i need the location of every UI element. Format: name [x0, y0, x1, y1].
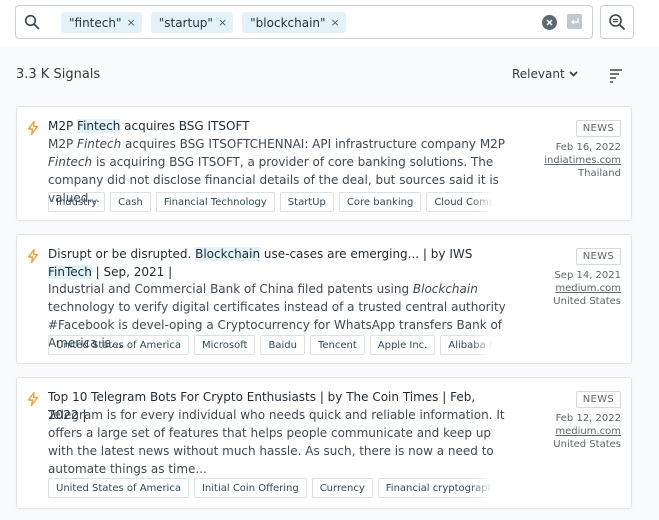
signal-card[interactable]: Disrupt or be disrupted. Blockchain use-… — [16, 234, 632, 364]
tag-list: Industry Cash Financial Technology Start… — [48, 192, 493, 212]
tag[interactable]: United States of America — [48, 335, 189, 355]
tag[interactable]: Cash — [110, 192, 151, 212]
type-badge: NEWS — [575, 248, 621, 265]
card-title[interactable]: M2P Fintech acquires BSG ITSOFT — [48, 117, 508, 135]
search-icon — [24, 14, 40, 30]
saved-search-button[interactable] — [600, 5, 634, 39]
search-button[interactable] — [15, 5, 49, 39]
search-chips: "fintech" × "startup" × "blockchain" × — [61, 12, 346, 33]
signal-card[interactable]: Top 10 Telegram Bots For Crypto Enthusia… — [16, 377, 632, 509]
tag[interactable]: StartUp — [279, 192, 334, 212]
keyword-italic: Fintech — [48, 155, 93, 169]
bolt-icon — [27, 392, 39, 406]
saved-search-icon — [609, 14, 625, 30]
tag[interactable]: Tencent — [309, 335, 365, 355]
chip-remove-icon[interactable]: × — [218, 16, 227, 29]
tag[interactable]: Currency — [311, 478, 373, 498]
chevron-down-icon — [569, 71, 578, 77]
card-meta: NEWS Feb 12, 2022 medium.com United Stat… — [531, 387, 621, 451]
bolt-icon — [27, 121, 39, 135]
type-badge: NEWS — [575, 120, 621, 137]
card-date: Sep 14, 2021 — [554, 270, 621, 281]
chip-label: "blockchain" — [250, 15, 326, 30]
type-badge: NEWS — [575, 391, 621, 408]
keyword-highlight: Fintech — [77, 119, 121, 133]
tags-fade — [471, 478, 493, 498]
tags-fade — [471, 192, 493, 212]
tag-list: United States of America Microsoft Baidu… — [48, 335, 493, 355]
tag[interactable]: Industry — [48, 192, 106, 212]
tag[interactable]: Baidu — [260, 335, 305, 355]
summary-text: Industrial and Commercial Bank of China … — [48, 282, 413, 296]
card-source-link[interactable]: medium.com — [531, 282, 621, 295]
tag-list: United States of America Initial Coin Of… — [48, 478, 493, 498]
title-text: use-cases are emerging... | by IWS — [260, 247, 473, 261]
tag[interactable]: Financial Technology — [155, 192, 275, 212]
card-country: United States — [553, 296, 621, 307]
sort-dropdown[interactable]: Relevant — [512, 67, 578, 81]
card-date: Feb 16, 2022 — [555, 142, 621, 153]
keyword-highlight: Blockchain — [195, 247, 261, 261]
search-bar: "fintech" × "startup" × "blockchain" × — [0, 0, 659, 46]
tag[interactable]: United States of America — [48, 478, 189, 498]
keyword-italic: Fintech — [77, 137, 122, 151]
search-chip[interactable]: "startup" × — [150, 12, 234, 33]
summary-text: M2P — [48, 137, 78, 151]
card-country: Thailand — [578, 168, 621, 179]
card-summary: Telegram is for every individual who nee… — [48, 408, 505, 476]
tags-fade — [471, 335, 493, 355]
card-meta: NEWS Sep 14, 2021 medium.com United Stat… — [531, 244, 621, 308]
title-text: | Sep, 2021 | — [91, 265, 173, 279]
search-chip[interactable]: "blockchain" × — [242, 12, 346, 33]
keyword-italic: Blockchain — [412, 282, 478, 296]
sort-label: Relevant — [512, 67, 565, 81]
chip-label: "startup" — [158, 15, 213, 30]
results-count: 3.3 K Signals — [16, 67, 101, 82]
card-country: United States — [553, 439, 621, 450]
filter-icon[interactable] — [608, 67, 624, 83]
chip-remove-icon[interactable]: × — [127, 16, 136, 29]
card-source-link[interactable]: medium.com — [531, 425, 621, 438]
card-title[interactable]: Disrupt or be disrupted. Blockchain use-… — [48, 245, 508, 281]
title-text: Disrupt or be disrupted. — [48, 247, 196, 261]
chip-label: "fintech" — [69, 15, 122, 30]
clear-icon[interactable] — [542, 15, 557, 30]
search-chip[interactable]: "fintech" × — [61, 12, 142, 33]
tag[interactable]: Initial Coin Offering — [193, 478, 307, 498]
card-date: Feb 12, 2022 — [555, 413, 621, 424]
title-text: M2P — [48, 119, 78, 133]
chip-remove-icon[interactable]: × — [331, 16, 340, 29]
tag[interactable]: Microsoft — [193, 335, 256, 355]
keyword-highlight: FinTech — [48, 265, 92, 279]
search-input[interactable]: "fintech" × "startup" × "blockchain" × — [48, 5, 593, 39]
enter-icon[interactable] — [567, 14, 582, 29]
bolt-icon — [27, 249, 39, 263]
tag[interactable]: Apple Inc. — [369, 335, 436, 355]
tag[interactable]: Core banking — [338, 192, 422, 212]
title-text: acquires BSG ITSOFT — [120, 119, 250, 133]
card-meta: NEWS Feb 16, 2022 indiatimes.com Thailan… — [531, 116, 621, 180]
summary-text: acquires BSG ITSOFTCHENNAI: API infrastr… — [121, 137, 506, 151]
card-source-link[interactable]: indiatimes.com — [531, 154, 621, 167]
signal-card[interactable]: M2P Fintech acquires BSG ITSOFT M2P Fint… — [16, 106, 632, 221]
